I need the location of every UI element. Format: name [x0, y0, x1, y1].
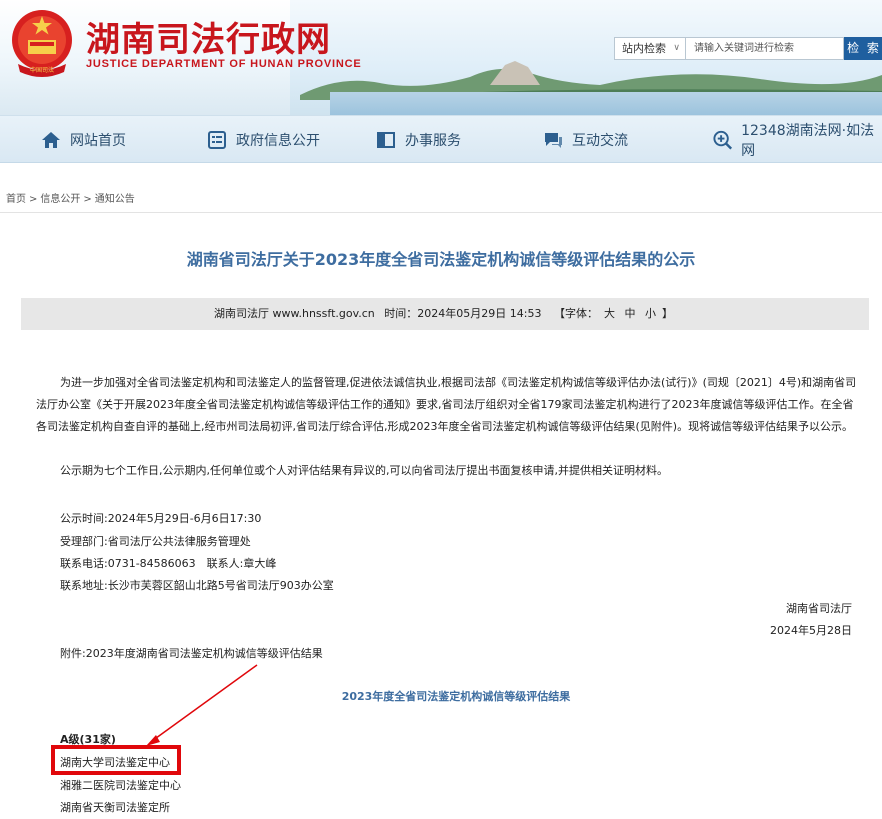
signing-date: 2024年5月28日: [770, 624, 852, 637]
nav-item-label: 政府信息公开: [236, 133, 320, 149]
breadcrumb-info[interactable]: 信息公开: [40, 194, 80, 205]
article-time: 时间：2024年05月29日 14:53: [384, 307, 542, 320]
font-medium-button[interactable]: 中: [624, 307, 635, 320]
page-title: 湖南省司法厅关于2023年度全省司法鉴定机构诚信等级评估结果的公示: [186, 250, 696, 269]
nav-item-label: 12348湖南法网·如法网: [741, 123, 875, 159]
list-item: 湘雅二医院司法鉴定中心: [60, 779, 181, 792]
nav-item-label: 网站首页: [70, 133, 126, 149]
article-paragraph-1: 为进一步加强对全省司法鉴定机构和司法鉴定人的监督管理,促进依法诚信执业,根据司法…: [36, 376, 857, 433]
highlight-box: [51, 745, 181, 775]
svg-text:中国司法: 中国司法: [30, 66, 54, 74]
chevron-down-icon: ∨: [673, 43, 680, 53]
department: 受理部门:省司法厅公共法律服务管理处: [60, 535, 251, 548]
nav-item-services[interactable]: 办事服务: [375, 116, 461, 164]
nav-item-legal-network[interactable]: 12348湖南法网·如法网: [712, 116, 882, 164]
home-icon: [42, 132, 60, 148]
font-large-button[interactable]: 大: [604, 307, 615, 320]
font-small-button[interactable]: 小: [645, 307, 656, 320]
article-paragraph-2: 公示期为七个工作日,公示期内,任何单位或个人对评估结果有异议的,可以向省司法厅提…: [60, 464, 668, 477]
search-button[interactable]: 检 索: [844, 37, 882, 60]
nav-item-home[interactable]: 网站首页: [40, 116, 126, 164]
site-title[interactable]: 湖南司法行政网: [86, 12, 331, 61]
nav-item-label: 办事服务: [405, 133, 461, 149]
article-meta-bar: 湖南司法厅 www.hnssft.gov.cn 时间：2024年05月29日 1…: [21, 298, 869, 330]
breadcrumb-home[interactable]: 首页: [6, 194, 26, 205]
contact-address: 联系地址:长沙市芙蓉区韶山北路5号省司法厅903办公室: [60, 579, 334, 592]
search-bar: 站内检索 ∨ 请输入关键词进行检索: [614, 37, 844, 60]
attachment-link[interactable]: 附件:2023年度湖南省司法鉴定机构诚信等级评估结果: [60, 645, 323, 661]
nav-item-gov-info[interactable]: 政府信息公开: [206, 116, 320, 164]
service-window-icon: [377, 132, 395, 148]
main-nav: 网站首页 政府信息公开 办事服务 互动交流 12348湖南法网·如法网: [0, 115, 882, 163]
nav-item-interaction[interactable]: 互动交流: [542, 116, 628, 164]
site-subtitle: JUSTICE DEPARTMENT OF HUNAN PROVINCE: [86, 58, 362, 70]
breadcrumb: 首页 > 信息公开 > 通知公告: [6, 194, 135, 205]
list-item: 湖南省天衡司法鉴定所: [60, 801, 170, 814]
info-list-icon: [208, 131, 226, 149]
search-input[interactable]: 请输入关键词进行检索: [686, 37, 844, 60]
results-table-title: 2023年度全省司法鉴定机构诚信等级评估结果: [341, 690, 571, 703]
font-size-label: 【字体：大 中 小】: [553, 307, 673, 320]
publicity-time: 公示时间:2024年5月29日-6月6日17:30: [60, 512, 262, 525]
banner-water: [330, 92, 882, 115]
divider: [0, 212, 882, 213]
header-banner: 中国司法 湖南司法行政网 JUSTICE DEPARTMENT OF HUNAN…: [0, 0, 882, 115]
contact-phone: 联系电话:0731-84586063 联系人:章大峰: [60, 557, 277, 570]
breadcrumb-notices[interactable]: 通知公告: [95, 194, 135, 205]
signer: 湖南省司法厅: [786, 602, 852, 615]
search-scope-select[interactable]: 站内检索 ∨: [614, 37, 686, 60]
chat-icon: [545, 133, 562, 148]
search-plus-icon: [713, 130, 733, 150]
search-scope-label: 站内检索: [622, 42, 666, 55]
national-emblem-logo: 中国司法: [12, 10, 72, 77]
nav-item-label: 互动交流: [572, 133, 628, 149]
article-source: 湖南司法厅 www.hnssft.gov.cn: [214, 307, 375, 320]
